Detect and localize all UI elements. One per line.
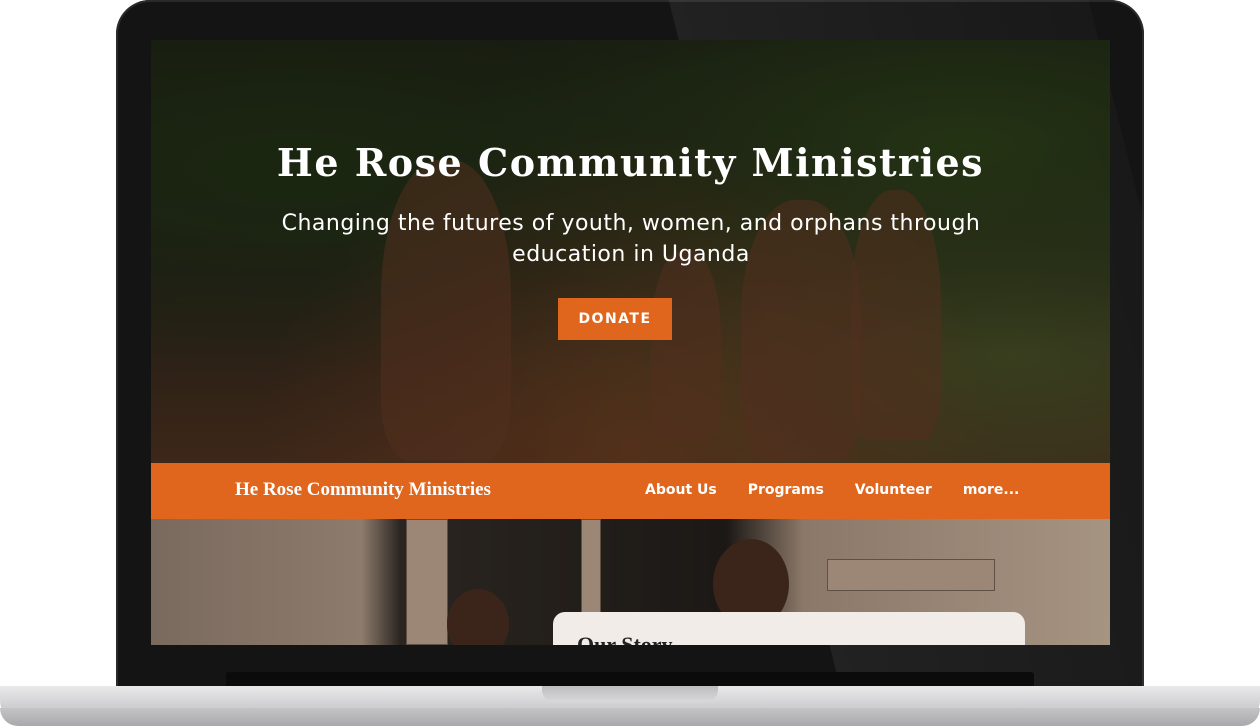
hero-title: He Rose Community Ministries: [276, 140, 985, 185]
nav-links: About Us Programs Volunteer more...: [645, 482, 1050, 498]
nav-link-volunteer[interactable]: Volunteer: [855, 482, 932, 498]
main-navbar: He Rose Community Ministries About Us Pr…: [151, 463, 1110, 519]
story-card: Our Story: [553, 612, 1025, 645]
hero-section: He Rose Community Ministries Changing th…: [151, 40, 1110, 463]
laptop-notch: [542, 686, 718, 702]
hero-subtitle: Changing the futures of youth, women, an…: [281, 211, 981, 267]
website-screen: He Rose Community Ministries Changing th…: [151, 40, 1110, 645]
door-plank: [406, 519, 448, 645]
photo-child-face: [447, 589, 509, 645]
nav-brand[interactable]: He Rose Community Ministries: [235, 479, 491, 501]
nav-link-more[interactable]: more...: [963, 482, 1020, 498]
nav-link-about-us[interactable]: About Us: [645, 482, 717, 498]
story-title: Our Story: [577, 632, 673, 645]
laptop-base-edge: [0, 708, 1260, 726]
door-plank: [827, 559, 995, 591]
donate-button[interactable]: DONATE: [558, 298, 672, 340]
nav-link-programs[interactable]: Programs: [748, 482, 824, 498]
